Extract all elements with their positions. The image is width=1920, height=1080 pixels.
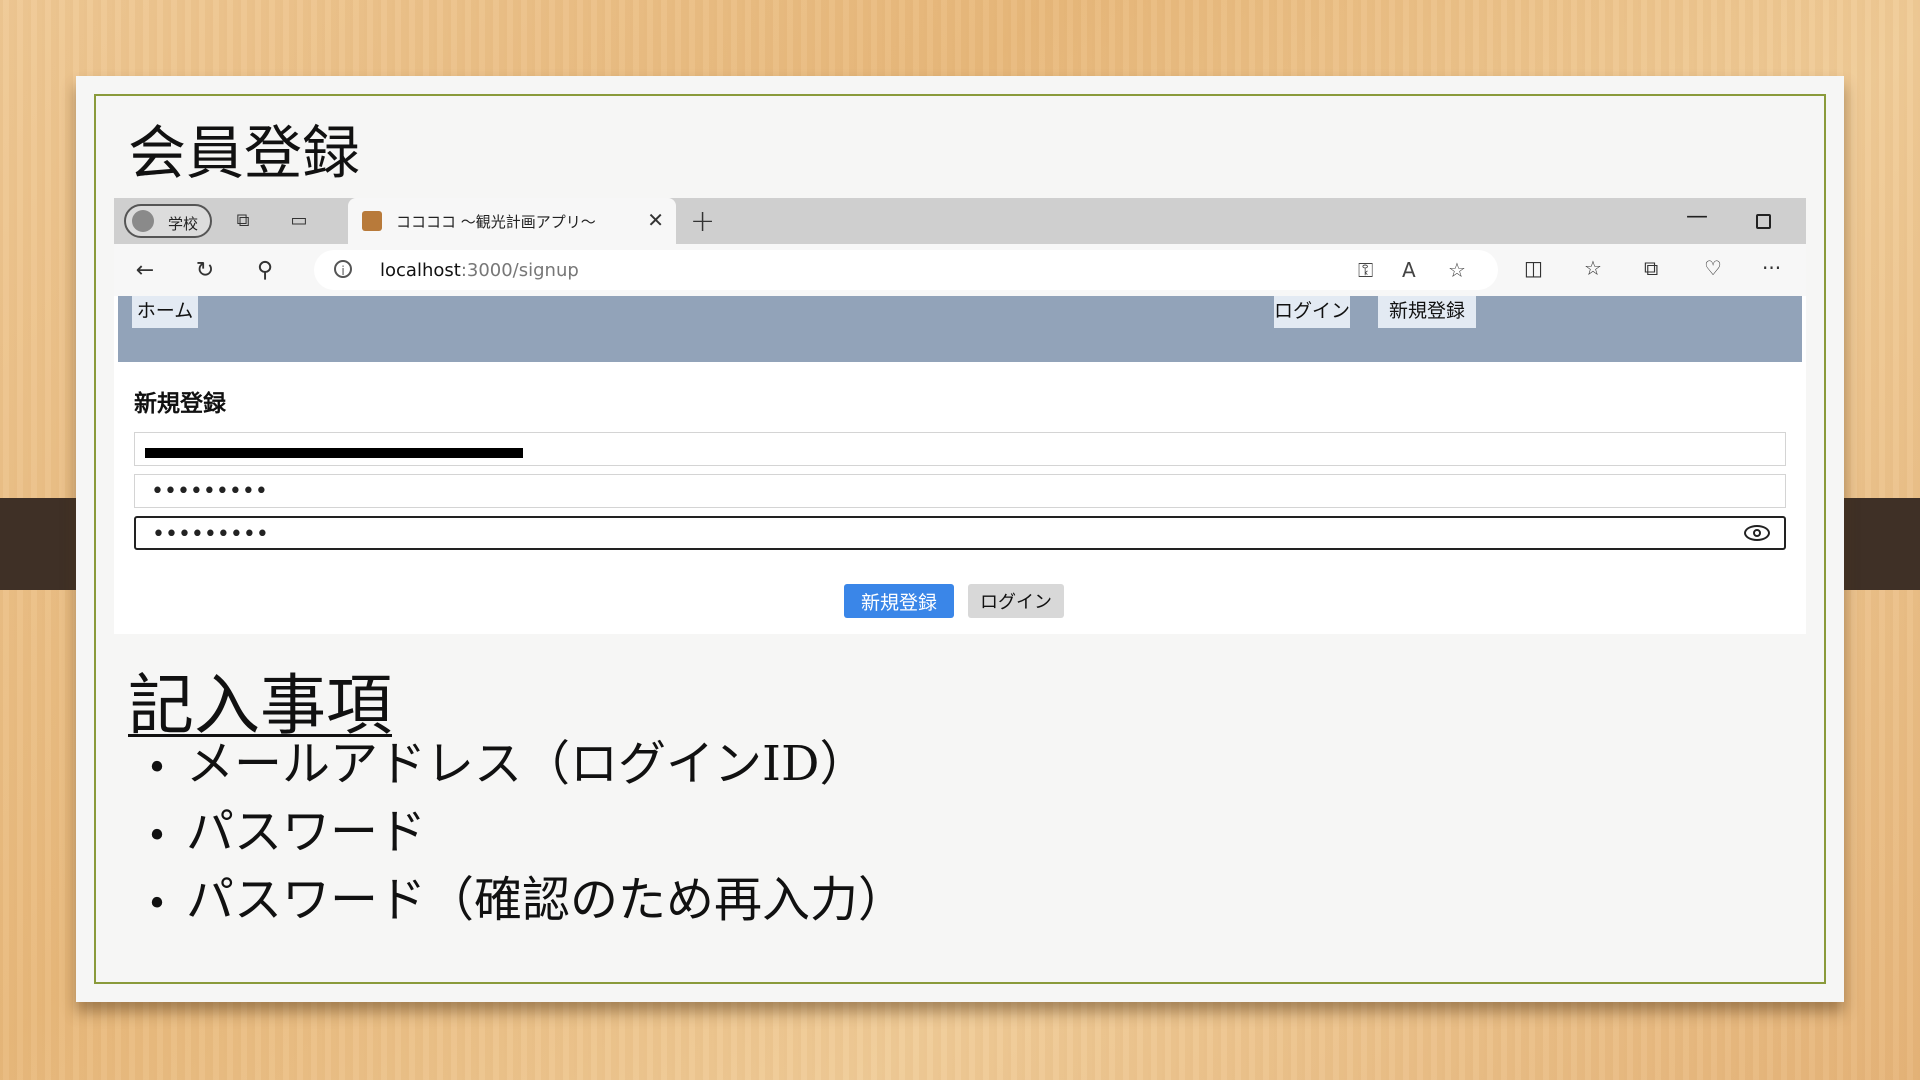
favorites-icon[interactable]: ☆ [1584,256,1602,280]
list-item-text: パスワード（確認のため再入力） [186,872,907,928]
list-item: • メールアドレス（ログインID） [128,730,906,798]
tab-bar: 学校 ⧉ ▭ ココココ 〜観光計画アプリ〜 ✕ + — [114,198,1806,244]
url-text: localhost:3000/signup [380,260,579,281]
address-bar-row: ← ↻ ⚲ i localhost:3000/signup ⚿ A ☆ ◫ ☆ … [114,244,1806,296]
url-host: localhost [380,260,461,281]
list-item: • パスワード（確認のため再入力） [128,866,906,934]
refresh-icon[interactable]: ↻ [192,258,218,284]
avatar [132,210,154,232]
slide: 会員登録 学校 ⧉ ▭ ココココ 〜観光計画アプリ〜 ✕ + — ← ↻ ⚲ i [76,76,1844,1002]
nav-signup-button[interactable]: 新規登録 [1378,296,1476,328]
login-button[interactable]: ログイン [968,584,1064,618]
list-item: • パスワード [128,798,906,866]
profile-label: 学校 [168,215,199,233]
favicon-icon [362,211,382,231]
nav-login-button[interactable]: ログイン [1274,296,1350,328]
minimize-icon[interactable]: — [1686,204,1708,229]
browser-essentials-icon[interactable]: ♡ [1704,256,1722,280]
password-confirm-value: ••••••••• [152,522,269,547]
close-tab-icon[interactable]: ✕ [647,208,664,232]
browser-window: 学校 ⧉ ▭ ココココ 〜観光計画アプリ〜 ✕ + — ← ↻ ⚲ i loca… [114,198,1806,634]
email-field[interactable] [134,432,1786,466]
site-info-icon[interactable]: i [334,260,352,278]
web-page: ホーム ログイン 新規登録 新規登録 ••••••••• ••••••••• 新… [118,296,1802,634]
password-confirm-field[interactable]: ••••••••• [134,516,1786,550]
site-header: ホーム ログイン 新規登録 [118,296,1802,362]
url-path: :3000/signup [460,260,579,281]
bullet-icon: • [146,884,168,925]
more-menu-icon[interactable]: ··· [1762,256,1781,280]
workspaces-icon[interactable]: ⧉ [232,210,254,232]
list-item-text: メールアドレス（ログインID） [186,736,868,792]
password-field[interactable]: ••••••••• [134,474,1786,508]
reveal-password-icon[interactable] [1744,525,1770,541]
form-title: 新規登録 [134,391,226,417]
split-screen-icon[interactable]: ◫ [1524,256,1543,280]
tab-actions-icon[interactable]: ▭ [288,210,310,232]
signup-submit-button[interactable]: 新規登録 [844,584,954,618]
tab-active[interactable]: ココココ 〜観光計画アプリ〜 ✕ [348,198,676,244]
requirements-list: • メールアドレス（ログインID） • パスワード • パスワード（確認のため再入力） [128,730,906,934]
slide-title: 会員登録 [128,119,361,187]
restore-icon[interactable] [1756,214,1771,229]
collections-icon[interactable]: ⧉ [1644,256,1658,280]
key-icon[interactable]: ⚿ [1358,258,1373,282]
search-icon[interactable]: ⚲ [252,258,278,284]
favorite-star-icon[interactable]: ☆ [1448,258,1466,282]
new-tab-button[interactable]: + [690,204,715,239]
bullet-icon: • [146,748,168,789]
redaction-bar [145,448,523,458]
back-icon[interactable]: ← [132,258,158,284]
read-aloud-icon[interactable]: A [1402,258,1416,282]
profile-button[interactable]: 学校 [124,204,212,238]
bullet-icon: • [146,816,168,857]
nav-home-button[interactable]: ホーム [132,296,198,328]
tab-title: ココココ 〜観光計画アプリ〜 [396,213,596,231]
list-item-text: パスワード [186,804,427,860]
url-field[interactable]: i localhost:3000/signup ⚿ A ☆ [314,250,1498,290]
